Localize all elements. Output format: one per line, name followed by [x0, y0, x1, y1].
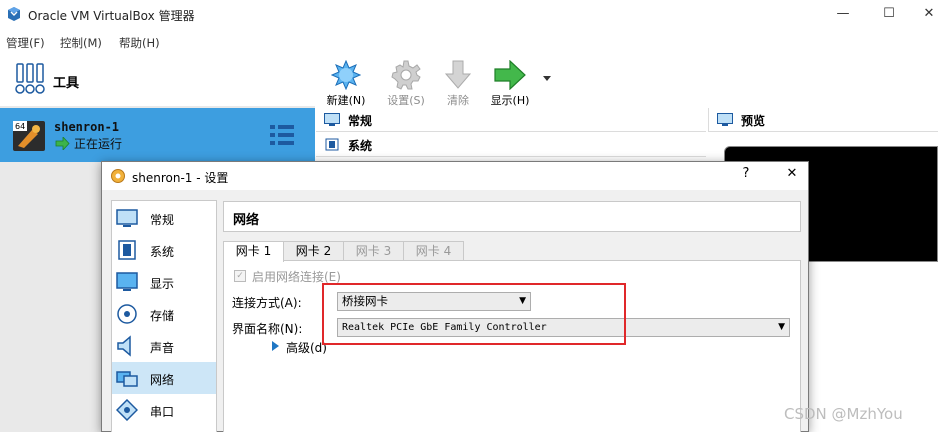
- tools-item[interactable]: 工具: [0, 54, 315, 106]
- discard-label: 清除: [447, 94, 469, 107]
- chevron-down-icon: ▼: [778, 322, 785, 332]
- nav-label: 显示: [150, 277, 175, 291]
- attached-to-label: 连接方式(A):: [232, 296, 302, 310]
- show-arrow-icon: [494, 60, 526, 90]
- nav-label: 声音: [150, 341, 175, 355]
- annotation-highlight-box: [322, 283, 626, 345]
- system-section-title: 系统: [348, 139, 373, 153]
- vm-name: shenron-1: [54, 120, 120, 134]
- monitor-icon: [324, 113, 340, 126]
- vm-state: 正在运行: [74, 137, 123, 151]
- tools-icon: [15, 63, 45, 94]
- advanced-toggle[interactable]: 高级(d): [286, 339, 327, 356]
- dialog-title: shenron-1 - 设置: [132, 171, 229, 185]
- general-section-header[interactable]: 常规: [316, 108, 706, 132]
- settings-label: 设置(S): [387, 94, 425, 107]
- settings-nav: 常规 系统 显示 存储 声音 网络 串口: [111, 200, 217, 432]
- window-title: Oracle VM VirtualBox 管理器: [28, 9, 195, 23]
- watermark: CSDN @MzhYou: [784, 405, 903, 423]
- tab-adapter-1[interactable]: 网卡 1: [223, 241, 284, 262]
- tab-adapter-4[interactable]: 网卡 4: [403, 241, 464, 261]
- nav-item-serial[interactable]: 串口: [112, 394, 216, 426]
- adapter-name-label: 界面名称(N):: [232, 322, 303, 336]
- settings-button[interactable]: 设置(S): [380, 58, 432, 107]
- gear-icon: [391, 60, 421, 90]
- nav-item-audio[interactable]: 声音: [112, 330, 216, 362]
- tab-adapter-2[interactable]: 网卡 2: [283, 241, 344, 261]
- monitor-icon: [116, 209, 138, 227]
- discard-arrow-icon: [444, 60, 472, 89]
- virtualbox-icon: [8, 7, 20, 21]
- nav-item-display[interactable]: 显示: [112, 266, 216, 298]
- nav-item-system[interactable]: 系统: [112, 234, 216, 266]
- dialog-close-button[interactable]: ✕: [782, 166, 802, 181]
- general-section-title: 常规: [348, 114, 373, 128]
- nav-label: 系统: [150, 245, 175, 259]
- page-header: 网络: [223, 201, 801, 232]
- show-label: 显示(H): [490, 94, 530, 107]
- close-window-button[interactable]: ✕: [918, 4, 938, 24]
- minimize-button[interactable]: —: [832, 4, 854, 24]
- system-section-header[interactable]: 系统: [316, 133, 706, 157]
- nav-label: 网络: [150, 373, 175, 387]
- speaker-icon: [117, 335, 131, 357]
- main-toolbar: 新建(N) 设置(S) 清除 显示(H): [316, 54, 938, 108]
- discard-button[interactable]: 清除: [432, 58, 484, 107]
- vm-os-icon: 64: [13, 121, 45, 151]
- new-starburst-icon: [331, 60, 361, 90]
- chip-icon: [325, 138, 339, 151]
- dialog-title-bar: shenron-1 - 设置 ? ✕: [102, 162, 808, 190]
- help-button[interactable]: ?: [736, 166, 756, 181]
- vm-menu-icon[interactable]: [270, 124, 294, 146]
- menu-control[interactable]: 控制(M): [60, 35, 102, 51]
- nav-item-storage[interactable]: 存储: [112, 298, 216, 330]
- nav-label: 串口: [150, 405, 175, 419]
- tools-label: 工具: [53, 76, 80, 91]
- nav-label: 存储: [150, 309, 175, 323]
- serial-port-icon: [116, 399, 138, 421]
- chip-icon: [118, 240, 136, 260]
- title-bar: Oracle VM VirtualBox 管理器 — ☐ ✕: [0, 0, 938, 30]
- menu-help[interactable]: 帮助(H): [119, 35, 160, 51]
- tab-adapter-3[interactable]: 网卡 3: [343, 241, 404, 261]
- show-button[interactable]: 显示(H): [484, 58, 536, 107]
- menu-manage[interactable]: 管理(F): [6, 35, 45, 51]
- nav-item-network[interactable]: 网络: [112, 362, 216, 394]
- nav-item-general[interactable]: 常规: [112, 202, 216, 234]
- new-vm-label: 新建(N): [326, 94, 366, 107]
- vm-list-item[interactable]: 64 shenron-1 正在运行: [0, 108, 315, 162]
- disk-icon: [117, 304, 137, 324]
- running-arrow-icon: [55, 137, 70, 150]
- enable-adapter-checkbox[interactable]: ✓: [234, 270, 246, 282]
- nav-label: 常规: [150, 213, 175, 227]
- preview-section-title: 预览: [741, 114, 766, 128]
- network-icon: [116, 371, 138, 387]
- menu-bar: 管理(F) 控制(M) 帮助(H): [0, 31, 938, 53]
- preview-section-header[interactable]: 预览: [708, 108, 938, 132]
- settings-gear-icon: [111, 169, 125, 183]
- maximize-button[interactable]: ☐: [878, 4, 900, 24]
- monitor-icon: [717, 113, 733, 126]
- new-vm-button[interactable]: 新建(N): [320, 58, 372, 107]
- vm-badge: 64: [15, 122, 25, 131]
- display-icon: [116, 272, 138, 291]
- page-title: 网络: [233, 213, 260, 228]
- chevron-down-icon[interactable]: [543, 76, 551, 82]
- expand-arrow-icon[interactable]: [272, 341, 279, 351]
